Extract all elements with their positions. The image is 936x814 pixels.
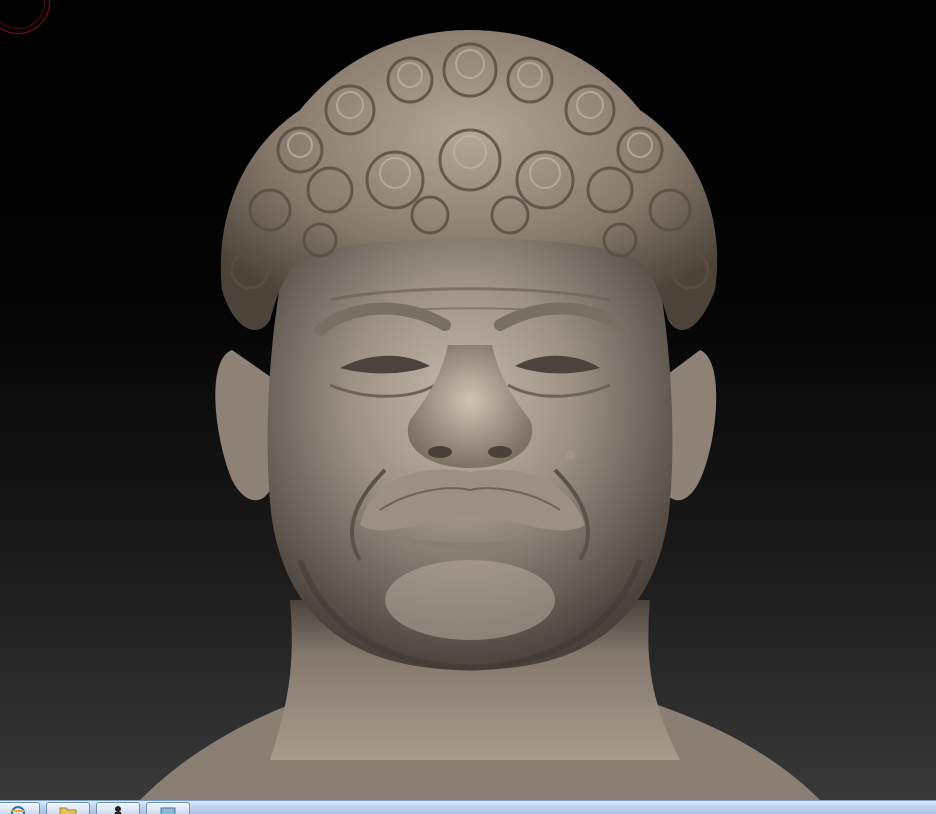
- taskbar-button-zbrush[interactable]: [146, 802, 190, 814]
- taskbar-button-ie[interactable]: [0, 802, 40, 814]
- zbrush-viewport[interactable]: [0, 0, 936, 800]
- windows-taskbar: [0, 800, 936, 814]
- internet-explorer-icon: [11, 806, 25, 814]
- media-player-icon: [114, 806, 122, 814]
- taskbar-button-explorer[interactable]: [46, 802, 90, 814]
- left-ear: [215, 350, 275, 501]
- taskbar-button-media[interactable]: [96, 802, 140, 814]
- folder-icon: [59, 807, 77, 814]
- brush-cursor-inner-ring: [0, 0, 45, 29]
- zbrush-icon: [160, 807, 176, 814]
- sculpted-head-model[interactable]: [0, 0, 936, 800]
